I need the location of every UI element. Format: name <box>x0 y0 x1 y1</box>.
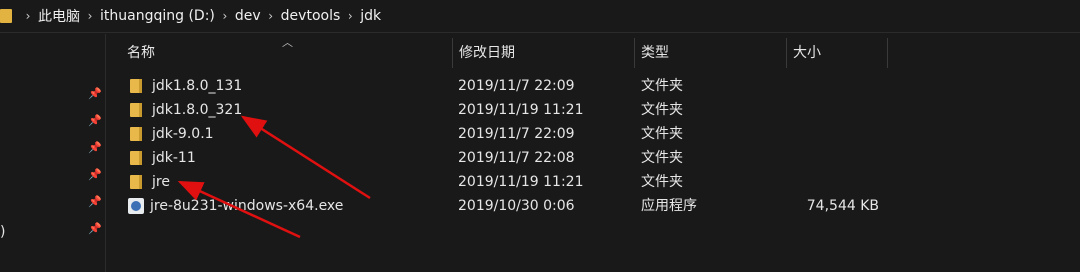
file-date: 2019/11/7 22:09 <box>458 78 575 94</box>
file-name: jre <box>152 174 170 190</box>
folder-icon <box>0 9 12 23</box>
file-name: jre-8u231-windows-x64.exe <box>150 198 344 214</box>
file-list[interactable]: ︿ 名称 修改日期 类型 大小 jdk1.8.0_131 2019/11/7 2… <box>107 34 1080 272</box>
file-row[interactable]: jdk1.8.0_131 2019/11/7 22:09 文件夹 <box>107 74 1080 98</box>
folder-icon <box>130 175 142 189</box>
chevron-right-icon: › <box>25 9 31 23</box>
file-name: jdk-11 <box>152 150 196 166</box>
folder-icon <box>130 151 142 165</box>
file-date: 2019/11/7 22:08 <box>458 150 575 166</box>
file-date: 2019/11/7 22:09 <box>458 126 575 142</box>
file-date: 2019/11/19 11:21 <box>458 102 584 118</box>
breadcrumb-dev[interactable]: dev <box>235 8 261 24</box>
file-row[interactable]: jdk1.8.0_321 2019/11/19 11:21 文件夹 <box>107 98 1080 122</box>
breadcrumb-this-pc[interactable]: 此电脑 <box>38 6 80 26</box>
pin-icon[interactable]: 📌 <box>88 223 102 235</box>
column-header-type[interactable]: 类型 <box>621 38 786 68</box>
chevron-right-icon: › <box>87 9 93 23</box>
file-type: 文件夹 <box>641 126 683 142</box>
column-header-date[interactable]: 修改日期 <box>439 38 634 68</box>
file-type: 文件夹 <box>641 150 683 166</box>
folder-icon <box>130 127 142 141</box>
chevron-right-icon: › <box>268 9 274 23</box>
column-header-row: 名称 修改日期 类型 大小 <box>107 38 1080 68</box>
column-header-name[interactable]: 名称 <box>107 38 452 68</box>
file-type: 文件夹 <box>641 174 683 190</box>
file-row[interactable]: jdk-9.0.1 2019/11/7 22:09 文件夹 <box>107 122 1080 146</box>
pin-icon[interactable]: 📌 <box>88 142 102 154</box>
file-date: 2019/10/30 0:06 <box>458 198 575 214</box>
chevron-right-icon: › <box>222 9 228 23</box>
file-row[interactable]: jre-8u231-windows-x64.exe 2019/10/30 0:0… <box>107 194 1080 218</box>
column-header-size[interactable]: 大小 <box>773 38 888 68</box>
pin-icon[interactable]: 📌 <box>88 115 102 127</box>
file-row[interactable]: jdk-11 2019/11/7 22:08 文件夹 <box>107 146 1080 170</box>
file-type: 应用程序 <box>641 198 697 214</box>
navigation-pane[interactable]: 📌 📌 📌 📌 📌 📌 ) <box>0 34 106 272</box>
chevron-right-icon: › <box>347 9 353 23</box>
file-name: jdk1.8.0_321 <box>152 102 243 118</box>
file-row[interactable]: jre 2019/11/19 11:21 文件夹 <box>107 170 1080 194</box>
folder-icon <box>130 103 142 117</box>
installer-icon <box>128 198 144 214</box>
breadcrumb-devtools[interactable]: devtools <box>281 8 341 24</box>
file-name: jdk1.8.0_131 <box>152 78 243 94</box>
file-size: 74,544 KB <box>806 198 879 214</box>
breadcrumb-drive-d[interactable]: ithuangqing (D:) <box>100 8 215 24</box>
file-name: jdk-9.0.1 <box>152 126 214 142</box>
column-divider[interactable] <box>887 38 888 68</box>
file-type: 文件夹 <box>641 102 683 118</box>
address-bar[interactable]: › 此电脑 › ithuangqing (D:) › dev › devtool… <box>0 0 1080 33</box>
file-type: 文件夹 <box>641 78 683 94</box>
pin-icon[interactable]: 📌 <box>88 169 102 181</box>
nav-item-label[interactable]: ) <box>0 224 5 240</box>
folder-icon <box>130 79 142 93</box>
pin-icon[interactable]: 📌 <box>88 88 102 100</box>
file-date: 2019/11/19 11:21 <box>458 174 584 190</box>
breadcrumb-jdk[interactable]: jdk <box>360 8 381 24</box>
pin-icon[interactable]: 📌 <box>88 196 102 208</box>
